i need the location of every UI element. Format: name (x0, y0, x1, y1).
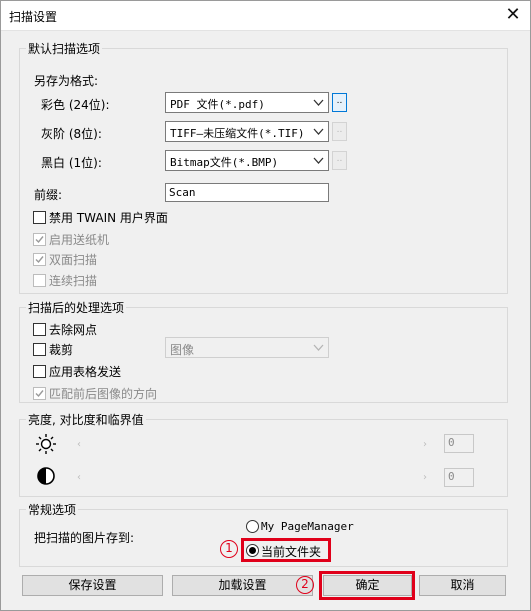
ok-button[interactable]: 确定 (323, 575, 412, 596)
sun-icon (36, 434, 56, 454)
brightness-value-box: 0 (444, 434, 474, 453)
gray-format-select[interactable]: TIFF—未压缩文件(*.TIF) (165, 121, 329, 142)
prefix-label: 前缀: (34, 188, 63, 202)
post-processing-label: 扫描后的处理选项 (26, 299, 127, 316)
check-icon (35, 256, 44, 264)
load-settings-button[interactable]: 加载设置 (172, 575, 313, 596)
step-2-marker: 2 (296, 576, 314, 594)
chevron-down-icon (313, 157, 324, 164)
check-icon (35, 390, 44, 398)
check-icon (35, 236, 44, 244)
bw-format-select[interactable]: Bitmap文件(*.BMP) (165, 150, 329, 171)
despeckle-label: 去除网点 (49, 323, 98, 337)
save-as-format-label: 另存为格式: (34, 74, 99, 88)
slider-right-arrow-icon: › (423, 439, 427, 450)
color-format-browse-button[interactable]: .. (332, 93, 347, 112)
general-options-label: 常规选项 (26, 501, 79, 518)
default-scan-options-label: 默认扫描选项 (26, 40, 103, 57)
bw-format-browse-button: .. (332, 151, 347, 170)
continuous-scan-checkbox (33, 274, 46, 287)
chevron-down-icon (313, 128, 324, 135)
continuous-scan-label: 连续扫描 (49, 274, 98, 288)
crop-mode-select: 图像 (165, 337, 329, 358)
disable-twain-label: 禁用 TWAIN 用户界面 (49, 211, 168, 225)
color-format-label: 彩色 (24位): (41, 98, 110, 112)
step-1-marker: 1 (220, 540, 238, 558)
save-settings-button[interactable]: 保存设置 (22, 575, 163, 596)
chevron-down-icon (313, 99, 324, 106)
my-pagemanager-radio[interactable] (246, 520, 259, 533)
prefix-input[interactable] (165, 183, 329, 202)
gray-format-browse-button: .. (332, 122, 347, 141)
close-icon[interactable]: ✕ (500, 4, 526, 28)
scan-settings-dialog: 扫描设置 ✕ 默认扫描选项 另存为格式: 彩色 (24位): PDF 文件(*.… (0, 0, 531, 611)
title-bar: 扫描设置 ✕ (1, 1, 530, 31)
my-pagemanager-label: My PageManager (261, 520, 354, 533)
apply-form-label: 应用表格发送 (49, 365, 122, 379)
despeckle-checkbox[interactable] (33, 323, 46, 336)
save-to-label: 把扫描的图片存到: (34, 531, 135, 545)
enable-feeder-label: 启用送纸机 (49, 233, 110, 247)
contrast-value-box: 0 (444, 468, 474, 487)
contrast-icon (37, 467, 55, 485)
current-folder-radio[interactable] (246, 544, 259, 557)
contrast-slider[interactable]: ‹ › (77, 468, 431, 487)
color-format-select[interactable]: PDF 文件(*.pdf) (165, 92, 329, 113)
chevron-down-icon (313, 344, 324, 351)
crop-checkbox[interactable] (33, 343, 46, 356)
current-folder-label: 当前文件夹 (261, 545, 322, 559)
duplex-scan-label: 双面扫描 (49, 253, 98, 267)
duplex-scan-checkbox (33, 253, 46, 266)
slider-right-arrow-icon: › (423, 472, 427, 483)
color-format-value: PDF 文件(*.pdf) (170, 98, 265, 111)
match-orientation-checkbox (33, 387, 46, 400)
apply-form-checkbox[interactable] (33, 365, 46, 378)
gray-format-label: 灰阶 (8位): (41, 127, 102, 141)
crop-mode-value: 图像 (170, 343, 195, 357)
disable-twain-checkbox[interactable] (33, 211, 46, 224)
brightness-contrast-label: 亮度, 对比度和临界值 (26, 411, 146, 428)
bw-format-value: Bitmap文件(*.BMP) (170, 156, 279, 169)
crop-label: 裁剪 (49, 343, 74, 357)
enable-feeder-checkbox (33, 233, 46, 246)
cancel-button[interactable]: 取消 (419, 575, 506, 596)
slider-left-arrow-icon: ‹ (77, 472, 81, 483)
bw-format-label: 黑白 (1位): (41, 156, 102, 170)
radio-selected-dot (249, 547, 256, 554)
window-title: 扫描设置 (9, 10, 58, 24)
slider-left-arrow-icon: ‹ (77, 439, 81, 450)
gray-format-value: TIFF—未压缩文件(*.TIF) (170, 127, 305, 140)
brightness-slider[interactable]: ‹ › (77, 435, 431, 454)
prefix-input-field[interactable] (166, 184, 328, 201)
match-orientation-label: 匹配前后图像的方向 (49, 387, 158, 401)
